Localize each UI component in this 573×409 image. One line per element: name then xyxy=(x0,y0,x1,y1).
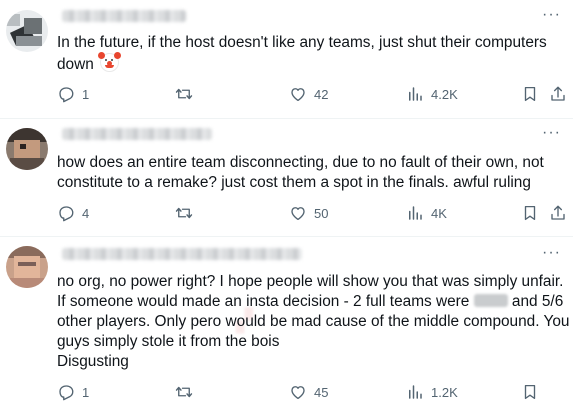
repost-icon xyxy=(175,88,193,100)
bookmark-button[interactable] xyxy=(521,84,539,104)
tweet[interactable]: ··· ▞ how does an entire team disconnect… xyxy=(0,118,573,333)
avatar[interactable] xyxy=(6,246,48,288)
like-button[interactable]: 42 xyxy=(289,84,328,104)
clown-emoji-icon xyxy=(98,52,122,72)
like-count: 50 xyxy=(314,205,329,221)
reply-count: 4 xyxy=(82,205,90,221)
repost-icon xyxy=(175,386,193,398)
views-icon xyxy=(409,206,422,220)
share-button[interactable] xyxy=(549,203,567,223)
tweet-text-line: down xyxy=(57,56,94,73)
redacted-text xyxy=(473,294,508,307)
tweet-text: In the future, if the host doesn't like … xyxy=(57,33,567,75)
share-button[interactable] xyxy=(549,84,567,104)
tweet-text: no org, no power right? I hope people wi… xyxy=(57,272,570,372)
tweet-text-line: In the future, if the host doesn't like … xyxy=(57,34,547,51)
tweet-text: how does an entire team disconnecting, d… xyxy=(57,153,567,193)
tweet-text-line: how does an entire team disconnecting, d… xyxy=(57,154,544,171)
tweet-text-line: and 5/6 xyxy=(511,293,564,310)
reply-count: 1 xyxy=(82,86,90,102)
views-button[interactable]: 4.2K xyxy=(406,84,458,104)
bookmark-button[interactable] xyxy=(521,203,539,223)
reply-button[interactable]: 1 xyxy=(57,382,89,402)
tweet[interactable]: ··· no org, no power right? I hope peopl… xyxy=(0,236,573,409)
bookmark-icon xyxy=(524,205,536,221)
author-name-redacted[interactable] xyxy=(62,248,302,260)
more-icon[interactable]: ··· xyxy=(542,125,561,141)
like-count: 42 xyxy=(314,86,329,102)
author-name-redacted[interactable] xyxy=(62,10,186,22)
share-icon xyxy=(551,205,565,220)
repost-button[interactable] xyxy=(175,203,193,223)
views-count: 4K xyxy=(431,205,447,221)
views-button[interactable]: 4K xyxy=(406,203,447,223)
tweet-actions: 4 50 4K xyxy=(57,203,567,223)
reply-button[interactable]: 1 xyxy=(57,84,89,104)
like-button[interactable]: 50 xyxy=(289,203,328,223)
reply-count: 1 xyxy=(82,384,90,400)
avatar[interactable] xyxy=(6,128,48,170)
bookmark-icon xyxy=(524,384,536,400)
tweet-text-line: Disgusting xyxy=(57,353,129,370)
repost-button[interactable] xyxy=(175,382,193,402)
repost-button[interactable] xyxy=(175,84,193,104)
bookmark-icon xyxy=(524,86,536,102)
tweet-text-line: constitute to a remake? just cost them a… xyxy=(57,174,531,191)
reply-icon xyxy=(59,385,74,401)
tweet-text-line: other players. Only pero would be mad ca… xyxy=(57,313,570,330)
repost-icon xyxy=(175,207,193,219)
bookmark-button[interactable] xyxy=(521,382,539,402)
tweet-text-line: guys simply stole it from the bois xyxy=(57,333,280,350)
more-icon[interactable]: ··· xyxy=(542,245,561,261)
reply-button[interactable]: 4 xyxy=(57,203,89,223)
like-button[interactable]: 45 xyxy=(289,382,328,402)
heart-icon xyxy=(291,207,305,221)
tweet-text-line: no org, no power right? I hope people wi… xyxy=(57,273,564,290)
reply-icon xyxy=(59,206,74,222)
tweet[interactable]: ··· In the future, if the host doesn't l… xyxy=(0,0,573,119)
heart-icon xyxy=(291,88,305,102)
more-icon[interactable]: ··· xyxy=(542,7,561,23)
heart-icon xyxy=(291,386,305,400)
tweet-actions: 1 42 4.2K xyxy=(57,84,567,104)
like-count: 45 xyxy=(314,384,329,400)
avatar[interactable] xyxy=(6,10,48,52)
views-icon xyxy=(409,87,422,101)
author-name-redacted[interactable] xyxy=(62,128,212,140)
views-button[interactable]: 1.2K xyxy=(406,382,458,402)
tweet-text-line: If someone would made an insta decision … xyxy=(57,293,470,310)
views-count: 4.2K xyxy=(431,86,458,102)
share-icon xyxy=(551,86,565,101)
views-count: 1.2K xyxy=(431,384,458,400)
reply-icon xyxy=(59,87,74,103)
tweet-actions: 1 45 1.2K xyxy=(57,382,567,402)
views-icon xyxy=(409,385,422,399)
